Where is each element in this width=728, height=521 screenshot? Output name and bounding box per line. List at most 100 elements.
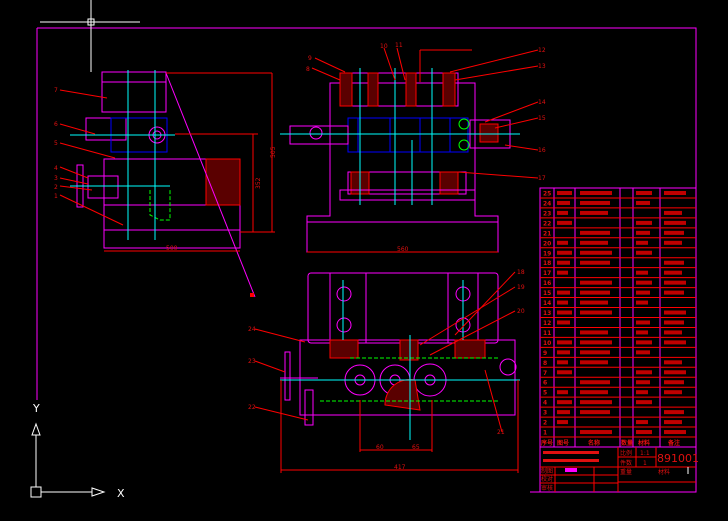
row-index: 20	[543, 240, 551, 247]
row-index: 6	[543, 380, 547, 387]
row-index: 11	[543, 330, 551, 337]
cell-text	[557, 250, 572, 255]
cell-text	[636, 350, 650, 355]
label-1: 1	[54, 193, 58, 200]
cell-text	[557, 220, 572, 225]
label-9: 9	[308, 55, 312, 62]
marker	[250, 293, 254, 297]
cell-text	[636, 240, 648, 245]
header-name: 名称	[588, 439, 600, 447]
row-index: 24	[543, 200, 551, 207]
cell-text	[580, 390, 608, 395]
row-index: 14	[543, 300, 551, 307]
label-3: 3	[54, 175, 58, 182]
cell-text	[557, 191, 572, 195]
row-index: 15	[543, 290, 551, 297]
row-index: 7	[543, 370, 547, 377]
dim-bottom-2: 65	[412, 444, 420, 451]
cell-text	[557, 210, 568, 215]
row-index: 25	[543, 191, 551, 198]
cell-text	[580, 380, 610, 385]
label-2: 2	[54, 184, 58, 191]
parts-list-rows: 2524232221201918171615141312111098765432…	[540, 191, 696, 438]
cell-text	[664, 240, 682, 245]
cell-text	[664, 310, 686, 315]
row-index: 9	[543, 350, 547, 357]
cell-text	[557, 300, 568, 305]
cell-text	[557, 360, 568, 365]
cell-text	[580, 210, 608, 215]
cell-text	[664, 330, 682, 335]
cell-text	[557, 260, 570, 265]
label-12: 12	[538, 47, 546, 54]
cell-text	[580, 290, 610, 295]
row-index: 10	[543, 340, 551, 347]
cell-text	[636, 380, 650, 385]
header-qty: 数量	[621, 439, 633, 447]
cell-text	[664, 280, 686, 285]
header-index: 序号	[540, 439, 553, 447]
cell-text	[580, 191, 612, 195]
label-20: 20	[517, 308, 525, 315]
count-value: 1	[643, 460, 647, 467]
label-6: 6	[54, 121, 58, 128]
cell-text	[664, 270, 682, 275]
cell-text	[636, 250, 652, 255]
crosshair-cursor	[40, 0, 140, 72]
label-4: 4	[54, 165, 58, 172]
row-index: 3	[543, 410, 547, 417]
cell-text	[636, 300, 648, 305]
label-23: 23	[248, 358, 256, 365]
ucs-x-label: X	[117, 487, 125, 500]
count-label: 件数	[620, 459, 632, 467]
cell-text	[557, 340, 572, 345]
cell-text	[664, 370, 686, 375]
cell-text	[664, 360, 682, 365]
ucs-icon	[30, 422, 106, 498]
cell-text	[636, 320, 650, 325]
ucs-y-label: Y	[32, 402, 40, 415]
cell-text	[580, 280, 612, 285]
label-24: 24	[248, 326, 256, 333]
label-5: 5	[54, 140, 58, 147]
label-8: 8	[306, 66, 310, 73]
cell-text	[580, 410, 610, 415]
cell-text	[557, 320, 570, 325]
drawn-label: 制图	[541, 467, 553, 475]
row-index: 17	[543, 270, 551, 277]
cell-text	[636, 270, 648, 275]
cell-text	[580, 260, 610, 265]
cell-text	[580, 300, 608, 305]
cell-text	[636, 390, 648, 395]
row-index: 21	[543, 230, 551, 237]
cell-text	[580, 400, 612, 405]
cell-text	[636, 430, 652, 435]
cell-text	[636, 191, 652, 195]
cell-text	[636, 220, 652, 225]
header-note: 备注	[667, 439, 680, 447]
dim-left-width: 500	[166, 245, 178, 252]
label-21: 21	[497, 429, 505, 436]
cell-text	[580, 340, 612, 345]
cell-text	[664, 191, 686, 195]
cad-drawing-canvas[interactable]: 1 2 3 4 5 6 7 500 352 505 9 8 10 11 12 1…	[0, 0, 728, 521]
material-label: 材料	[658, 468, 670, 476]
cell-text	[636, 290, 650, 295]
dim-left-height-1: 352	[255, 177, 262, 189]
label-13: 13	[538, 63, 546, 70]
dim-left-height-2: 505	[270, 146, 277, 158]
label-15: 15	[538, 115, 546, 122]
row-index: 8	[543, 360, 547, 367]
cell-text	[636, 230, 650, 235]
cell-text	[557, 310, 572, 315]
label-7: 7	[54, 87, 58, 94]
cell-text	[636, 280, 652, 285]
cell-text	[636, 330, 648, 335]
front-view	[280, 47, 539, 253]
cell-text	[664, 390, 682, 395]
scale-value: 1:1	[640, 450, 650, 457]
dim-top-width: 560	[397, 246, 409, 253]
cell-text	[557, 370, 572, 375]
row-index: 12	[543, 320, 551, 327]
cell-text	[636, 370, 652, 375]
